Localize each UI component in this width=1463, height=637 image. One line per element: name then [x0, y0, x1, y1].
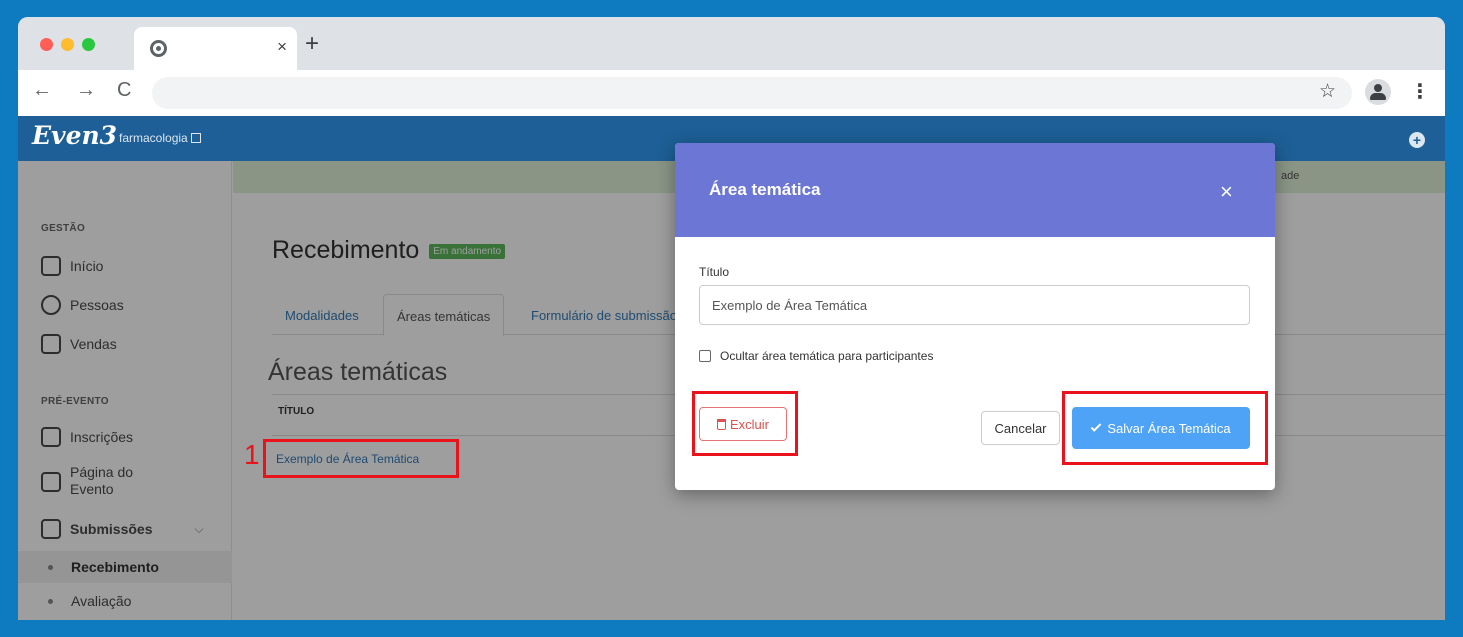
- annotation-highlight-save: [1062, 391, 1268, 465]
- browser-tab[interactable]: ×: [134, 27, 297, 70]
- annotation-highlight-row: [263, 439, 459, 478]
- address-bar[interactable]: [152, 77, 1352, 109]
- ocultar-checkbox-label: Ocultar área temática para participantes: [720, 349, 934, 363]
- profile-avatar-icon[interactable]: [1365, 79, 1391, 105]
- tab-strip: × +: [18, 17, 1445, 70]
- event-name-label: farmacologia: [119, 131, 188, 145]
- minimize-window-button[interactable]: [61, 38, 74, 51]
- browser-toolbar: ← → C ☆ ⋮: [18, 70, 1445, 116]
- ocultar-checkbox[interactable]: [699, 350, 711, 362]
- close-window-button[interactable]: [40, 38, 53, 51]
- annotation-highlight-delete: [692, 391, 798, 456]
- titulo-label: Título: [699, 265, 730, 279]
- chrome-icon: [150, 40, 167, 57]
- titulo-input[interactable]: [699, 285, 1250, 325]
- ocultar-checkbox-row[interactable]: Ocultar área temática para participantes: [699, 349, 933, 363]
- bookmark-star-icon[interactable]: ☆: [1319, 80, 1336, 103]
- modal-title: Área temática: [709, 180, 821, 199]
- add-icon[interactable]: +: [1409, 132, 1425, 148]
- modal-header: Área temática ×: [675, 143, 1275, 237]
- annotation-number: 1: [244, 439, 260, 470]
- close-icon[interactable]: ×: [1220, 181, 1233, 203]
- even3-logo[interactable]: Even3: [32, 121, 117, 150]
- maximize-window-button[interactable]: [82, 38, 95, 51]
- back-button[interactable]: ←: [32, 80, 52, 100]
- event-name-link[interactable]: farmacologia: [119, 131, 201, 145]
- forward-button[interactable]: →: [76, 80, 96, 100]
- close-tab-icon[interactable]: ×: [277, 37, 287, 57]
- browser-menu-icon[interactable]: ⋮: [1410, 79, 1430, 104]
- external-link-icon: [190, 133, 201, 143]
- reload-button[interactable]: C: [117, 80, 131, 100]
- new-tab-button[interactable]: +: [305, 32, 319, 56]
- cancel-button[interactable]: Cancelar: [981, 411, 1060, 445]
